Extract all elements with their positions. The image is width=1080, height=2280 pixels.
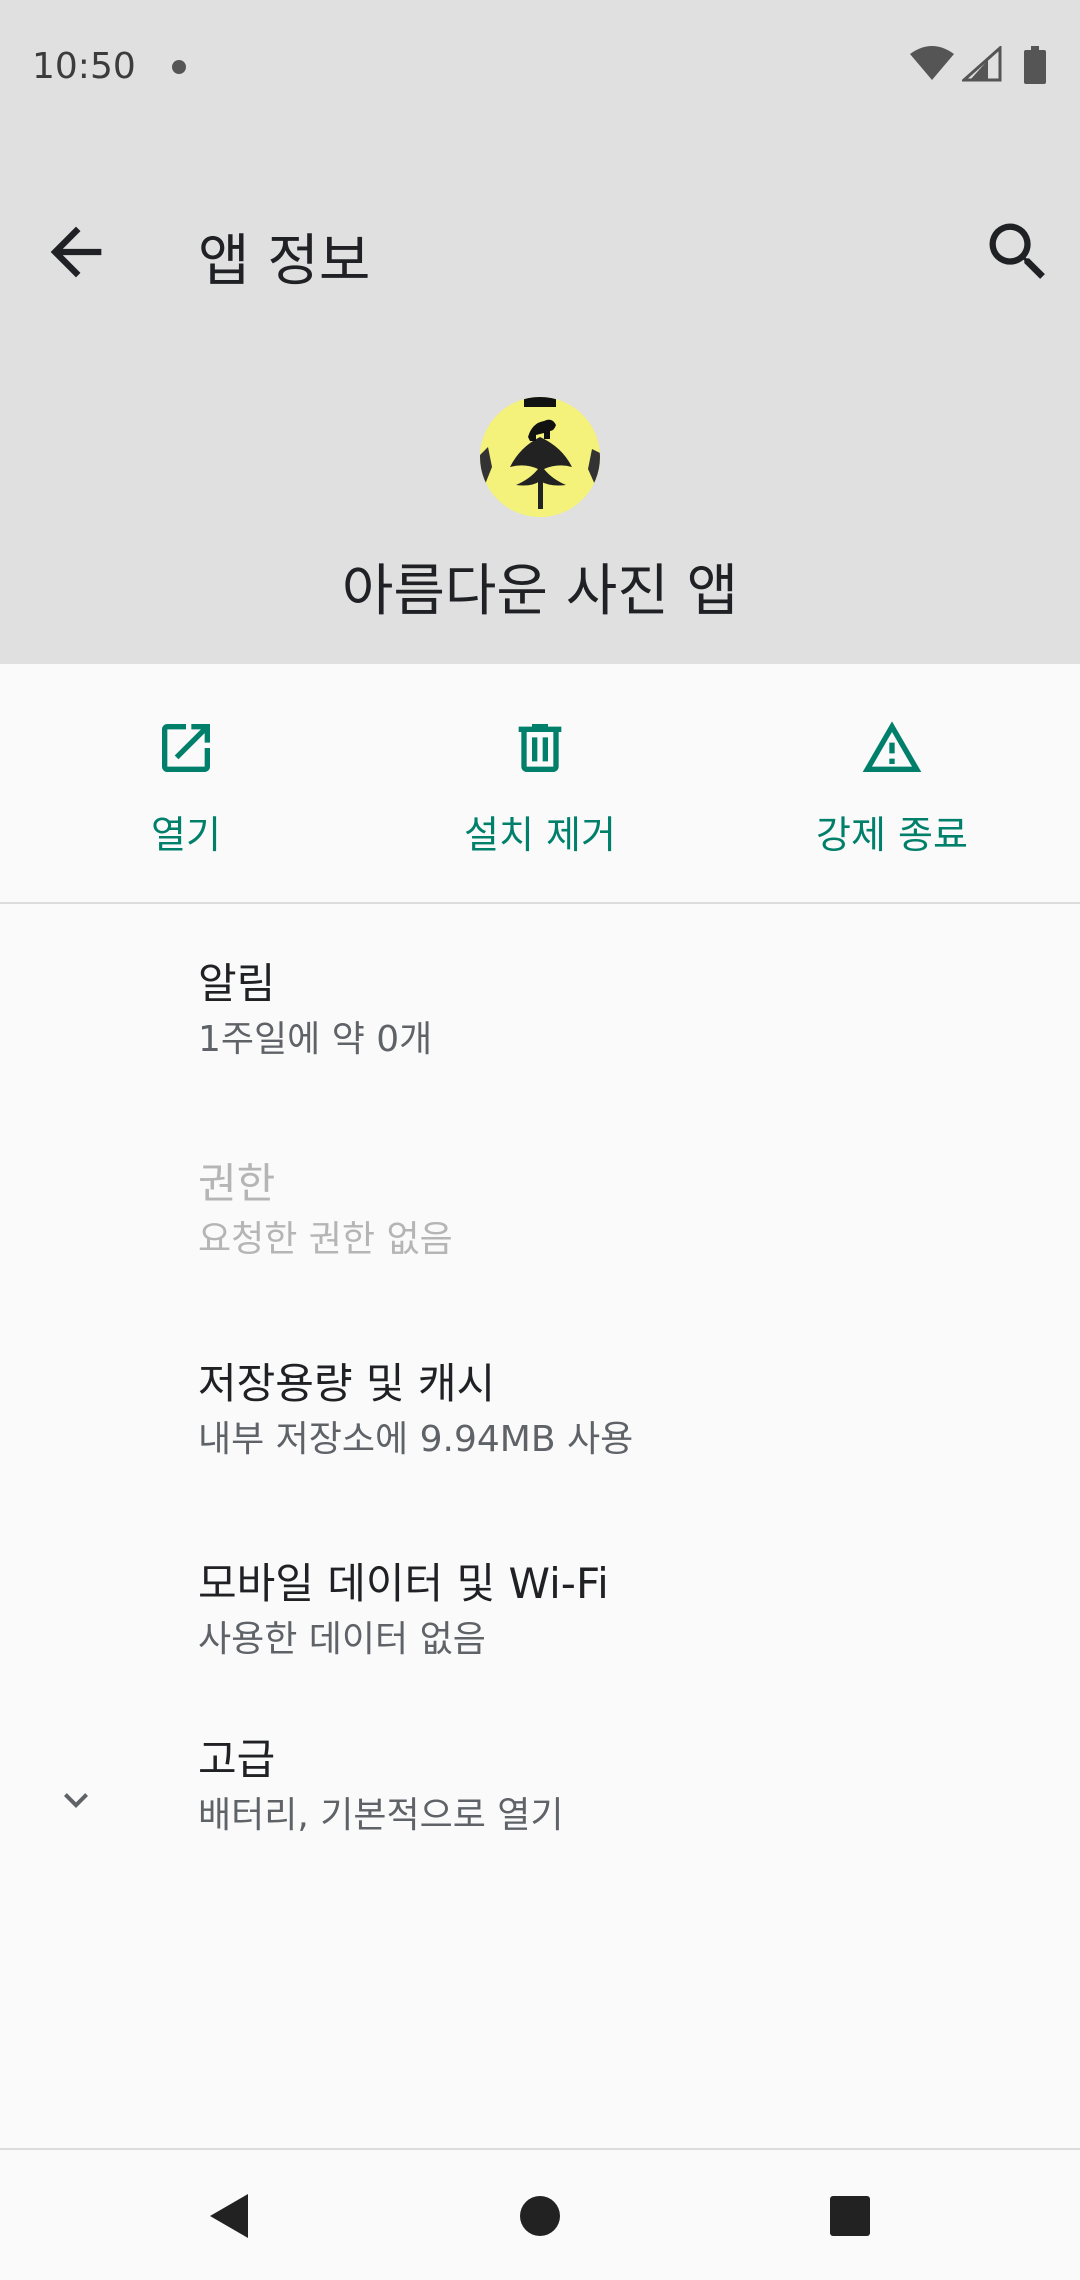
cell-signal-icon bbox=[960, 44, 1002, 86]
wifi-icon bbox=[910, 46, 954, 86]
force-stop-button[interactable]: 강제 종료 bbox=[742, 716, 1042, 866]
item-summary: 사용한 데이터 없음 bbox=[198, 1619, 486, 1660]
permissions-item: 권한 요청한 권한 없음 bbox=[0, 1106, 1080, 1306]
item-summary: 요청한 권한 없음 bbox=[198, 1219, 453, 1260]
item-title: 권한 bbox=[198, 1159, 276, 1208]
app-icon bbox=[480, 397, 600, 517]
status-time: 10:50 bbox=[32, 46, 136, 87]
app-info-header: 10:50 앱 정보 아름다운 사진 앱 bbox=[0, 0, 1080, 664]
nav-home-button[interactable] bbox=[500, 2176, 580, 2256]
data-usage-item[interactable]: 모바일 데이터 및 Wi-Fi 사용한 데이터 없음 bbox=[0, 1506, 1080, 1706]
advanced-item[interactable]: 고급 배터리, 기본적으로 열기 bbox=[0, 1696, 1080, 1896]
notification-dot-icon bbox=[172, 60, 186, 74]
warning-icon bbox=[860, 716, 924, 780]
item-title: 고급 bbox=[198, 1735, 276, 1784]
uninstall-label: 설치 제거 bbox=[464, 813, 616, 857]
open-button[interactable]: 열기 bbox=[36, 716, 336, 866]
storage-item[interactable]: 저장용량 및 캐시 내부 저장소에 9.94MB 사용 bbox=[0, 1306, 1080, 1506]
status-icons bbox=[910, 44, 1060, 88]
notifications-item[interactable]: 알림 1주일에 약 0개 bbox=[0, 906, 1080, 1106]
back-triangle-icon bbox=[190, 2194, 270, 2260]
force-stop-label: 강제 종료 bbox=[816, 813, 968, 857]
back-button[interactable] bbox=[38, 214, 114, 290]
status-bar: 10:50 bbox=[0, 0, 1080, 136]
recents-square-icon bbox=[810, 2196, 890, 2260]
trash-icon bbox=[508, 716, 572, 780]
page-title: 앱 정보 bbox=[198, 229, 371, 294]
nav-recents-button[interactable] bbox=[810, 2176, 890, 2256]
search-icon bbox=[980, 223, 1056, 294]
uninstall-button[interactable]: 설치 제거 bbox=[390, 716, 690, 866]
item-title: 모바일 데이터 및 Wi-Fi bbox=[198, 1559, 609, 1608]
battery-icon bbox=[1024, 46, 1046, 88]
item-title: 알림 bbox=[198, 959, 276, 1008]
item-summary: 배터리, 기본적으로 열기 bbox=[198, 1795, 564, 1836]
item-title: 저장용량 및 캐시 bbox=[198, 1359, 496, 1408]
navigation-bar bbox=[0, 2148, 1080, 2280]
app-name: 아름다운 사진 앱 bbox=[341, 559, 739, 624]
search-button[interactable] bbox=[980, 214, 1056, 290]
app-actions: 열기 설치 제거 강제 종료 bbox=[0, 664, 1080, 904]
item-summary: 내부 저장소에 9.94MB 사용 bbox=[198, 1419, 634, 1460]
open-external-icon bbox=[154, 716, 218, 780]
app-bar: 앱 정보 bbox=[0, 190, 1080, 310]
chevron-down-icon bbox=[52, 1776, 100, 1824]
home-circle-icon bbox=[500, 2196, 580, 2260]
item-summary: 1주일에 약 0개 bbox=[198, 1019, 433, 1060]
open-label: 열기 bbox=[151, 813, 221, 857]
arrow-back-icon bbox=[38, 226, 114, 294]
nav-back-button[interactable] bbox=[190, 2176, 270, 2256]
